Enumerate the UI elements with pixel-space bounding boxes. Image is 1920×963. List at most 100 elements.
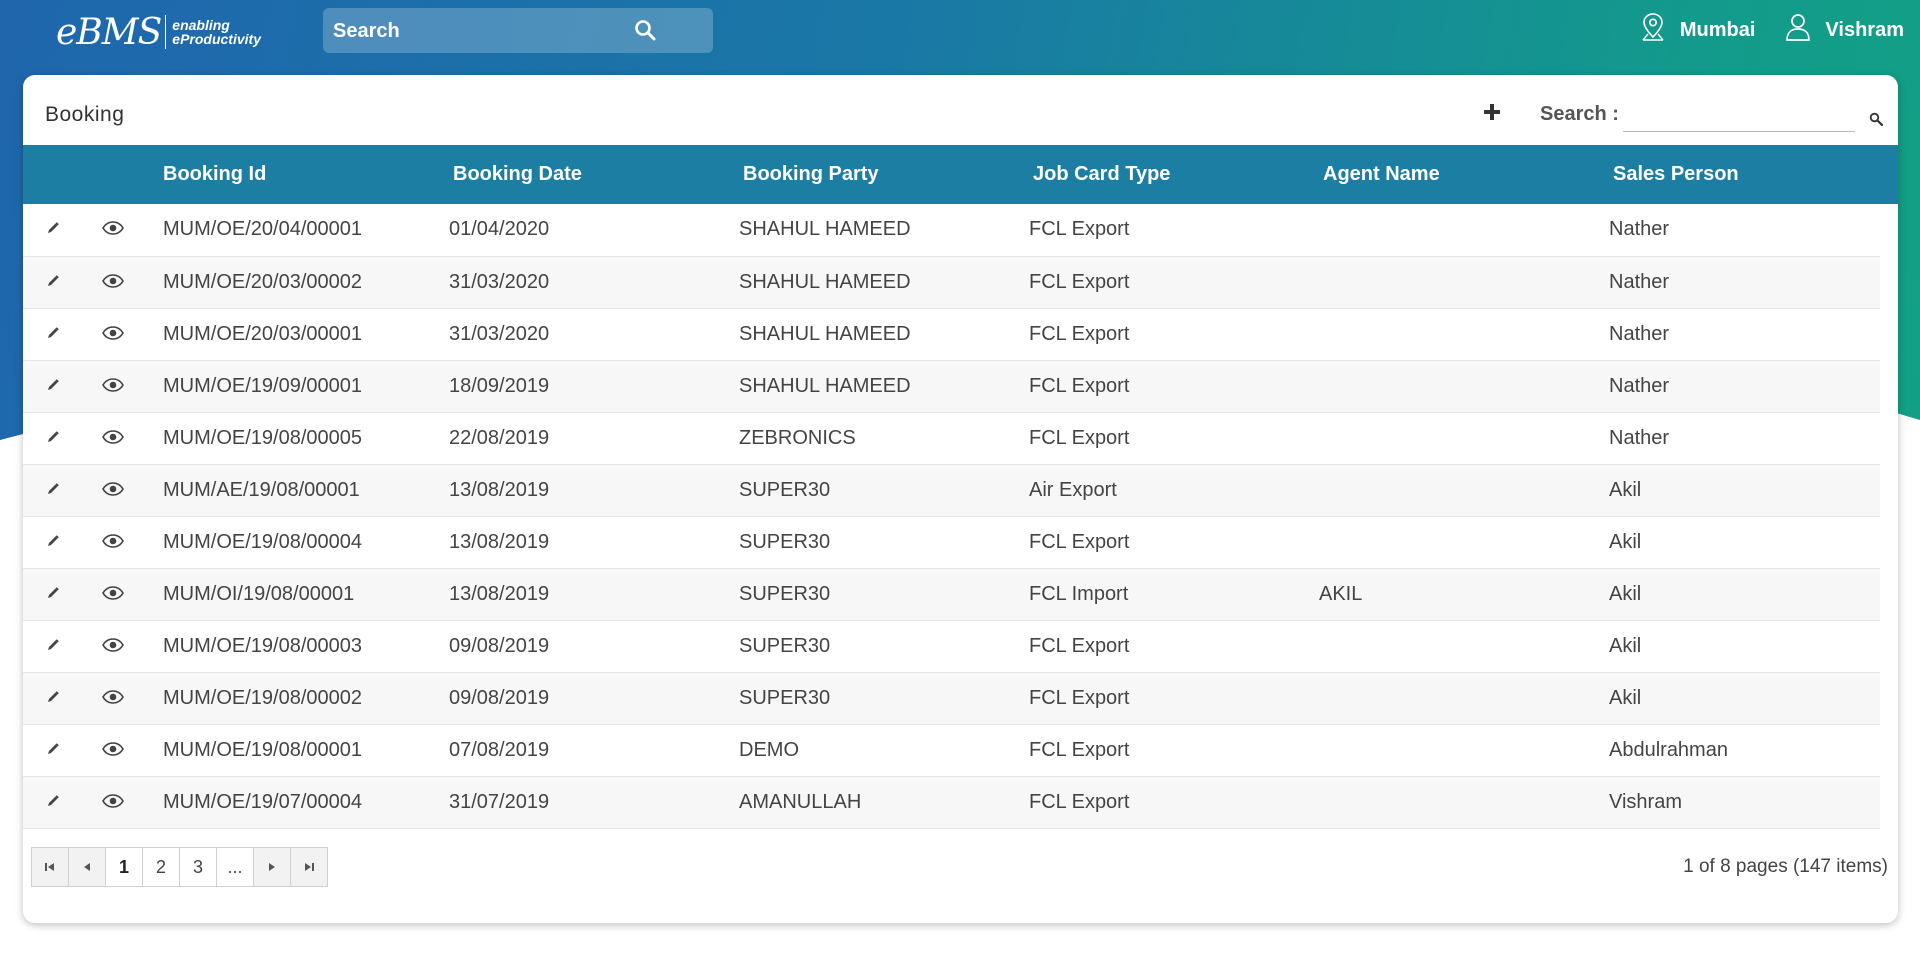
table-row[interactable]: MUM/OE/19/07/00004 31/07/2019 AMANULLAH FCL…	[23, 776, 1898, 829]
column-header-booking-id[interactable]: Booking Id	[143, 145, 433, 204]
pagination: 1 2 3...	[31, 847, 328, 887]
cell-agent-name: AKIL	[1303, 568, 1593, 621]
row-spacer	[1880, 360, 1898, 412]
table-row[interactable]: MUM/OE/19/08/00005 22/08/2019 ZEBRONICS FCL…	[23, 412, 1898, 465]
edit-button[interactable]	[23, 412, 83, 465]
cell-sales-person: Vishram	[1593, 776, 1880, 829]
search-icon[interactable]	[1869, 112, 1884, 131]
table-row[interactable]: MUM/OE/19/08/00002 09/08/2019 SUPER30 FCL E…	[23, 672, 1898, 725]
cell-booking-party: SHAHUL HAMEED	[723, 256, 1013, 309]
eye-icon	[102, 427, 124, 449]
edit-button[interactable]	[23, 464, 83, 517]
page-number-button[interactable]: 1	[105, 847, 143, 887]
edit-button[interactable]	[23, 360, 83, 413]
column-header-sales-person[interactable]: Sales Person	[1593, 145, 1880, 204]
view-button[interactable]	[83, 308, 143, 361]
row-spacer	[1880, 464, 1898, 516]
column-header-agent-name[interactable]: Agent Name	[1303, 145, 1593, 204]
cell-booking-date: 01/04/2020	[433, 204, 723, 257]
add-booking-button[interactable]	[1483, 103, 1501, 126]
table-row[interactable]: MUM/OE/20/03/00001 31/03/2020 SHAHUL HAMEE…	[23, 308, 1898, 361]
cell-booking-id: MUM/OE/19/08/00003	[143, 620, 433, 673]
edit-button[interactable]	[23, 516, 83, 569]
header-view	[83, 145, 143, 204]
cell-booking-party: DEMO	[723, 724, 1013, 777]
edit-button[interactable]	[23, 672, 83, 725]
cell-booking-date: 22/08/2019	[433, 412, 723, 465]
view-button[interactable]	[83, 568, 143, 621]
pencil-icon	[46, 218, 60, 240]
cell-booking-date: 13/08/2019	[433, 516, 723, 569]
table-row[interactable]: MUM/OE/19/08/00001 07/08/2019 DEMO FCL Expo…	[23, 724, 1898, 777]
cell-booking-party: SUPER30	[723, 672, 1013, 725]
pencil-icon	[46, 271, 60, 293]
page-number-button[interactable]: ...	[216, 847, 254, 887]
view-button[interactable]	[83, 516, 143, 569]
cell-job-card-type: FCL Export	[1013, 308, 1303, 361]
edit-button[interactable]	[23, 256, 83, 309]
view-button[interactable]	[83, 620, 143, 673]
table-row[interactable]: MUM/OE/19/08/00004 13/08/2019 SUPER30 FCL E…	[23, 516, 1898, 569]
cell-job-card-type: FCL Export	[1013, 620, 1303, 673]
cell-booking-party: SUPER30	[723, 516, 1013, 569]
edit-button[interactable]	[23, 724, 83, 777]
edit-button[interactable]	[23, 568, 83, 621]
page-number-button[interactable]: 3	[179, 847, 217, 887]
previous-page-button[interactable]	[68, 847, 106, 887]
cell-booking-party: SHAHUL HAMEED	[723, 204, 1013, 257]
column-header-job-card-type[interactable]: Job Card Type	[1013, 145, 1303, 204]
view-button[interactable]	[83, 672, 143, 725]
cell-agent-name	[1303, 724, 1593, 777]
view-button[interactable]	[83, 412, 143, 465]
row-spacer	[1880, 568, 1898, 620]
view-button[interactable]	[83, 464, 143, 517]
logo-divider	[165, 15, 167, 49]
eye-icon	[102, 791, 124, 813]
search-icon[interactable]	[633, 18, 657, 47]
page-info: 1 of 8 pages (147 items)	[1683, 856, 1888, 877]
row-spacer	[1880, 776, 1898, 828]
cell-booking-id: MUM/OE/19/09/00001	[143, 360, 433, 413]
cell-booking-id: MUM/OE/19/07/00004	[143, 776, 433, 829]
view-button[interactable]	[83, 204, 143, 257]
cell-booking-date: 07/08/2019	[433, 724, 723, 777]
cell-agent-name	[1303, 412, 1593, 465]
location-pin-icon	[1640, 12, 1666, 48]
edit-button[interactable]	[23, 204, 83, 257]
cell-booking-party: SUPER30	[723, 464, 1013, 517]
user-menu[interactable]: Vishram	[1785, 13, 1904, 47]
view-button[interactable]	[83, 256, 143, 309]
brand-logo[interactable]: eBMS enabling eProductivity	[56, 12, 261, 53]
cell-agent-name	[1303, 672, 1593, 725]
table-row[interactable]: MUM/OE/20/04/00001 01/04/2020 SHAHUL HAMEE…	[23, 204, 1898, 257]
first-page-button[interactable]	[31, 847, 69, 887]
view-button[interactable]	[83, 724, 143, 777]
view-button[interactable]	[83, 360, 143, 413]
edit-button[interactable]	[23, 308, 83, 361]
eye-icon	[102, 635, 124, 657]
cell-booking-date: 09/08/2019	[433, 672, 723, 725]
cell-booking-party: ZEBRONICS	[723, 412, 1013, 465]
table-row[interactable]: MUM/OE/20/03/00002 31/03/2020 SHAHUL HAMEE…	[23, 256, 1898, 309]
column-header-booking-date[interactable]: Booking Date	[433, 145, 723, 204]
cell-booking-party: SUPER30	[723, 568, 1013, 621]
table-row[interactable]: MUM/AE/19/08/00001 13/08/2019 SUPER30 Air E…	[23, 464, 1898, 517]
edit-button[interactable]	[23, 776, 83, 829]
last-page-button[interactable]	[290, 847, 328, 887]
page-number-button[interactable]: 2	[142, 847, 180, 887]
cell-job-card-type: FCL Export	[1013, 724, 1303, 777]
location-selector[interactable]: Mumbai	[1640, 12, 1755, 48]
global-search-input[interactable]	[331, 8, 655, 55]
table-search-input[interactable]	[1623, 99, 1855, 132]
column-header-booking-party[interactable]: Booking Party	[723, 145, 1013, 204]
cell-booking-party: AMANULLAH	[723, 776, 1013, 829]
edit-button[interactable]	[23, 620, 83, 673]
cell-sales-person: Nather	[1593, 360, 1880, 413]
table-row[interactable]: MUM/OI/19/08/00001 13/08/2019 SUPER30 FCL I…	[23, 568, 1898, 621]
cell-job-card-type: FCL Export	[1013, 516, 1303, 569]
next-page-button[interactable]	[253, 847, 291, 887]
table-row[interactable]: MUM/OE/19/09/00001 18/09/2019 SHAHUL HAMEE…	[23, 360, 1898, 413]
table-row[interactable]: MUM/OE/19/08/00003 09/08/2019 SUPER30 FCL E…	[23, 620, 1898, 673]
cell-booking-id: MUM/OE/20/03/00002	[143, 256, 433, 309]
view-button[interactable]	[83, 776, 143, 829]
